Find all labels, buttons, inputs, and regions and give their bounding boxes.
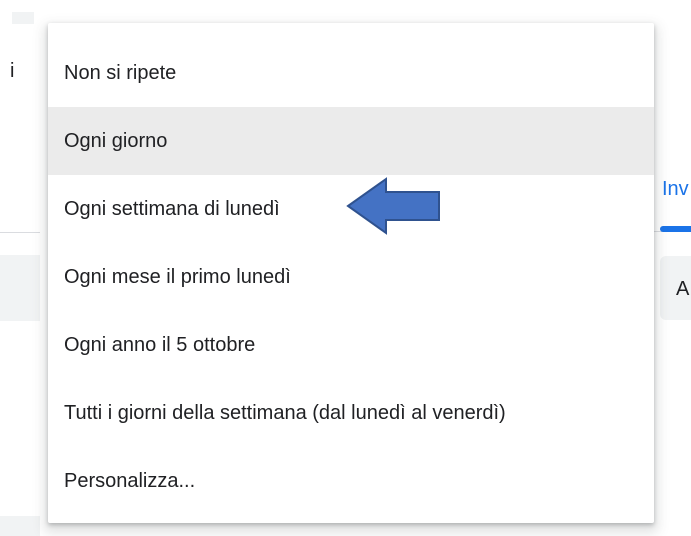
background-field-left (0, 255, 40, 321)
menu-item-daily[interactable]: Ogni giorno (48, 107, 654, 175)
background-field-right-label: A (676, 278, 690, 300)
recurrence-dropdown-menu: Non si ripete Ogni giorno Ogni settimana… (48, 23, 654, 523)
menu-item-yearly-october-5[interactable]: Ogni anno il 5 ottobre (48, 311, 654, 379)
background-divider (0, 232, 40, 233)
menu-item-custom[interactable]: Personalizza... (48, 447, 654, 515)
left-arrow-icon (346, 177, 440, 235)
tab-active-indicator (660, 226, 691, 232)
menu-item-weekdays[interactable]: Tutti i giorni della settimana (dal lune… (48, 379, 654, 447)
menu-item-does-not-repeat[interactable]: Non si ripete (48, 39, 654, 107)
background-text-fragment: i (10, 60, 15, 82)
background-field-fragment (12, 12, 34, 24)
background-field-left-bottom (0, 516, 40, 536)
arrow-shape (346, 177, 440, 235)
menu-item-monthly-first-monday[interactable]: Ogni mese il primo lunedì (48, 243, 654, 311)
tab-invite[interactable]: Inv (662, 178, 689, 201)
